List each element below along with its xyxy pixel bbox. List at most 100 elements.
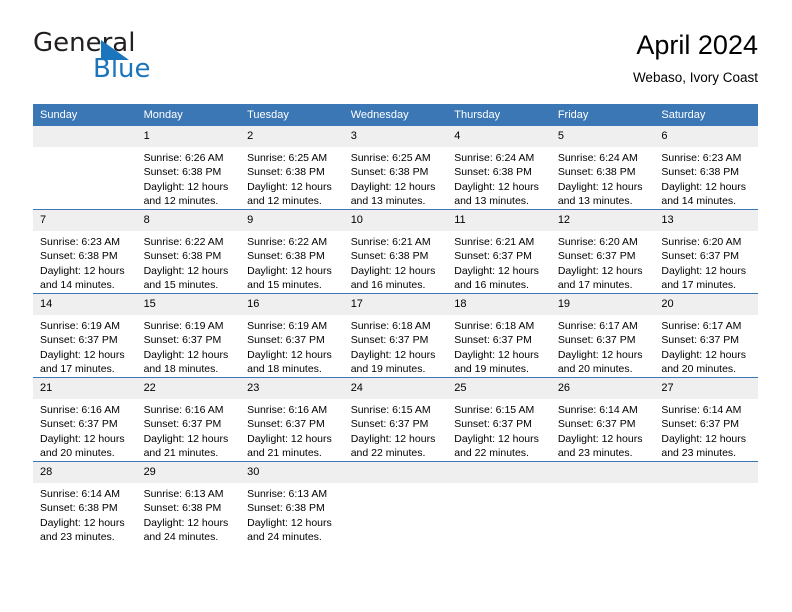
detail-daylight1: Daylight: 12 hours bbox=[40, 432, 125, 445]
calendar-day-cell[interactable]: 19 Sunrise: 6:17 AM Sunset: 6:37 PM Dayligh… bbox=[550, 293, 655, 378]
detail-sunrise: Sunrise: 6:21 AM bbox=[350, 236, 431, 248]
detail-sunset: Sunset: 6:37 PM bbox=[454, 418, 532, 431]
detail-sunset: Sunset: 6:38 PM bbox=[247, 250, 325, 263]
detail-sunrise: Sunrise: 6:19 AM bbox=[143, 320, 224, 332]
calendar-day-cell[interactable]: 29 Sunrise: 6:13 AM Sunset: 6:38 PM Dayligh… bbox=[136, 461, 241, 545]
page-header: General Blue April 2024 Webaso, Ivory Co… bbox=[33, 28, 758, 96]
calendar-day-cell[interactable]: 11 Sunrise: 6:21 AM Sunset: 6:37 PM Dayligh… bbox=[447, 209, 551, 294]
calendar-day-cell[interactable]: 26 Sunrise: 6:14 AM Sunset: 6:37 PM Dayligh… bbox=[550, 377, 655, 462]
day-number: 19 bbox=[550, 294, 655, 315]
calendar-day-cell[interactable]: 6 Sunrise: 6:23 AM Sunset: 6:38 PM Daylight… bbox=[654, 126, 758, 210]
calendar-day-cell[interactable]: 16 Sunrise: 6:19 AM Sunset: 6:37 PM Dayligh… bbox=[240, 293, 344, 378]
calendar-day-cell[interactable]: 1 Sunrise: 6:26 AM Sunset: 6:38 PM Daylight… bbox=[136, 126, 241, 210]
day-details: Sunrise: 6:25 AM Sunset: 6:38 PM Daylight:… bbox=[344, 147, 448, 209]
calendar-day-cell-empty bbox=[343, 461, 448, 545]
detail-daylight2: and 16 minutes. bbox=[454, 278, 529, 291]
calendar-day-cell[interactable]: 14 Sunrise: 6:19 AM Sunset: 6:37 PM Dayligh… bbox=[33, 293, 137, 378]
calendar-day-cell-empty bbox=[33, 126, 137, 210]
day-details: Sunrise: 6:21 AM Sunset: 6:37 PM Daylight:… bbox=[447, 231, 551, 293]
detail-daylight1: Daylight: 12 hours bbox=[661, 264, 747, 277]
calendar-day-cell[interactable]: 22 Sunrise: 6:16 AM Sunset: 6:37 PM Dayligh… bbox=[136, 377, 241, 462]
calendar-day-cell[interactable]: 25 Sunrise: 6:15 AM Sunset: 6:37 PM Dayligh… bbox=[447, 377, 551, 462]
day-details: Sunrise: 6:24 AM Sunset: 6:38 PM Daylight:… bbox=[447, 147, 551, 209]
day-number: 15 bbox=[136, 294, 241, 315]
detail-daylight1: Daylight: 12 hours bbox=[661, 180, 747, 193]
calendar-week-row: 7 Sunrise: 6:23 AM Sunset: 6:38 PM Daylight… bbox=[33, 209, 758, 294]
detail-daylight2: and 17 minutes. bbox=[557, 278, 633, 291]
calendar-day-cell[interactable]: 17 Sunrise: 6:18 AM Sunset: 6:37 PM Dayligh… bbox=[343, 293, 448, 378]
detail-sunrise: Sunrise: 6:13 AM bbox=[143, 488, 224, 500]
day-number bbox=[33, 126, 137, 147]
detail-sunset: Sunset: 6:37 PM bbox=[661, 250, 740, 263]
calendar-day-cell[interactable]: 10 Sunrise: 6:21 AM Sunset: 6:38 PM Dayligh… bbox=[343, 209, 448, 294]
calendar-day-cell[interactable]: 15 Sunrise: 6:19 AM Sunset: 6:37 PM Dayligh… bbox=[136, 293, 241, 378]
day-number: 11 bbox=[447, 210, 551, 231]
detail-daylight1: Daylight: 12 hours bbox=[557, 264, 643, 277]
general-blue-logo[interactable]: General Blue bbox=[33, 28, 253, 90]
detail-sunset: Sunset: 6:38 PM bbox=[557, 166, 636, 179]
detail-daylight2: and 23 minutes. bbox=[40, 530, 115, 543]
calendar-day-cell[interactable]: 18 Sunrise: 6:18 AM Sunset: 6:37 PM Dayligh… bbox=[447, 293, 551, 378]
detail-daylight2: and 19 minutes. bbox=[350, 362, 426, 375]
detail-daylight2: and 22 minutes. bbox=[350, 446, 426, 459]
detail-daylight2: and 15 minutes. bbox=[143, 278, 219, 291]
day-number: 28 bbox=[33, 462, 137, 483]
weekday-header-friday: Friday bbox=[550, 104, 655, 126]
calendar-day-cell[interactable]: 24 Sunrise: 6:15 AM Sunset: 6:37 PM Dayligh… bbox=[343, 377, 448, 462]
detail-daylight1: Daylight: 12 hours bbox=[454, 432, 539, 445]
day-details: Sunrise: 6:15 AM Sunset: 6:37 PM Daylight:… bbox=[344, 399, 448, 461]
day-number: 4 bbox=[447, 126, 551, 147]
detail-daylight1: Daylight: 12 hours bbox=[454, 180, 539, 193]
title-block: April 2024 Webaso, Ivory Coast bbox=[633, 28, 758, 88]
calendar-day-cell[interactable]: 13 Sunrise: 6:20 AM Sunset: 6:37 PM Dayligh… bbox=[654, 209, 758, 294]
detail-daylight2: and 23 minutes. bbox=[557, 446, 633, 459]
calendar-day-cell[interactable]: 2 Sunrise: 6:25 AM Sunset: 6:38 PM Daylight… bbox=[240, 126, 344, 210]
calendar-day-cell[interactable]: 3 Sunrise: 6:25 AM Sunset: 6:38 PM Daylight… bbox=[343, 126, 448, 210]
detail-sunset: Sunset: 6:38 PM bbox=[247, 166, 325, 179]
day-details: Sunrise: 6:21 AM Sunset: 6:38 PM Daylight:… bbox=[344, 231, 448, 293]
calendar-day-cell[interactable]: 23 Sunrise: 6:16 AM Sunset: 6:37 PM Dayligh… bbox=[240, 377, 344, 462]
detail-daylight1: Daylight: 12 hours bbox=[143, 264, 229, 277]
calendar-day-cell[interactable]: 12 Sunrise: 6:20 AM Sunset: 6:37 PM Dayligh… bbox=[550, 209, 655, 294]
detail-sunrise: Sunrise: 6:26 AM bbox=[143, 152, 224, 164]
day-number: 16 bbox=[240, 294, 344, 315]
calendar-day-cell[interactable]: 4 Sunrise: 6:24 AM Sunset: 6:38 PM Daylight… bbox=[447, 126, 551, 210]
detail-sunrise: Sunrise: 6:17 AM bbox=[661, 320, 742, 332]
detail-daylight1: Daylight: 12 hours bbox=[143, 432, 229, 445]
detail-sunrise: Sunrise: 6:20 AM bbox=[661, 236, 742, 248]
detail-sunset: Sunset: 6:37 PM bbox=[143, 418, 222, 431]
calendar-day-cell[interactable]: 20 Sunrise: 6:17 AM Sunset: 6:37 PM Dayligh… bbox=[654, 293, 758, 378]
detail-daylight1: Daylight: 12 hours bbox=[40, 516, 125, 529]
day-number: 5 bbox=[550, 126, 655, 147]
day-number: 17 bbox=[343, 294, 448, 315]
detail-daylight1: Daylight: 12 hours bbox=[661, 348, 747, 361]
detail-sunrise: Sunrise: 6:18 AM bbox=[350, 320, 431, 332]
day-details: Sunrise: 6:19 AM Sunset: 6:37 PM Daylight:… bbox=[33, 315, 137, 377]
day-details: Sunrise: 6:14 AM Sunset: 6:38 PM Daylight:… bbox=[33, 483, 137, 545]
calendar-week-row: 1 Sunrise: 6:26 AM Sunset: 6:38 PM Daylight… bbox=[33, 126, 758, 210]
calendar-week-row: 14 Sunrise: 6:19 AM Sunset: 6:37 PM Dayligh… bbox=[33, 293, 758, 378]
detail-sunrise: Sunrise: 6:24 AM bbox=[557, 152, 638, 164]
calendar-day-cell[interactable]: 30 Sunrise: 6:13 AM Sunset: 6:38 PM Dayligh… bbox=[240, 461, 344, 545]
calendar-day-cell[interactable]: 8 Sunrise: 6:22 AM Sunset: 6:38 PM Daylight… bbox=[136, 209, 241, 294]
day-details: Sunrise: 6:13 AM Sunset: 6:38 PM Daylight:… bbox=[137, 483, 241, 545]
detail-sunset: Sunset: 6:38 PM bbox=[40, 502, 118, 515]
day-number: 27 bbox=[654, 378, 758, 399]
day-details: Sunrise: 6:23 AM Sunset: 6:38 PM Daylight:… bbox=[654, 147, 758, 209]
detail-sunrise: Sunrise: 6:15 AM bbox=[350, 404, 431, 416]
detail-sunset: Sunset: 6:37 PM bbox=[40, 334, 118, 347]
calendar-day-cell[interactable]: 7 Sunrise: 6:23 AM Sunset: 6:38 PM Daylight… bbox=[33, 209, 137, 294]
day-number bbox=[343, 462, 448, 483]
day-number: 6 bbox=[654, 126, 758, 147]
detail-daylight2: and 13 minutes. bbox=[557, 194, 633, 207]
day-details: Sunrise: 6:23 AM Sunset: 6:38 PM Daylight:… bbox=[33, 231, 137, 293]
day-details: Sunrise: 6:15 AM Sunset: 6:37 PM Daylight:… bbox=[447, 399, 551, 461]
calendar-day-cell[interactable]: 28 Sunrise: 6:14 AM Sunset: 6:38 PM Dayligh… bbox=[33, 461, 137, 545]
detail-daylight1: Daylight: 12 hours bbox=[40, 264, 125, 277]
detail-sunrise: Sunrise: 6:22 AM bbox=[247, 236, 328, 248]
calendar-day-cell[interactable]: 9 Sunrise: 6:22 AM Sunset: 6:38 PM Daylight… bbox=[240, 209, 344, 294]
calendar-day-cell[interactable]: 5 Sunrise: 6:24 AM Sunset: 6:38 PM Daylight… bbox=[550, 126, 655, 210]
calendar-day-cell[interactable]: 21 Sunrise: 6:16 AM Sunset: 6:37 PM Dayligh… bbox=[33, 377, 137, 462]
detail-daylight2: and 18 minutes. bbox=[247, 362, 322, 375]
calendar-day-cell[interactable]: 27 Sunrise: 6:14 AM Sunset: 6:37 PM Dayligh… bbox=[654, 377, 758, 462]
